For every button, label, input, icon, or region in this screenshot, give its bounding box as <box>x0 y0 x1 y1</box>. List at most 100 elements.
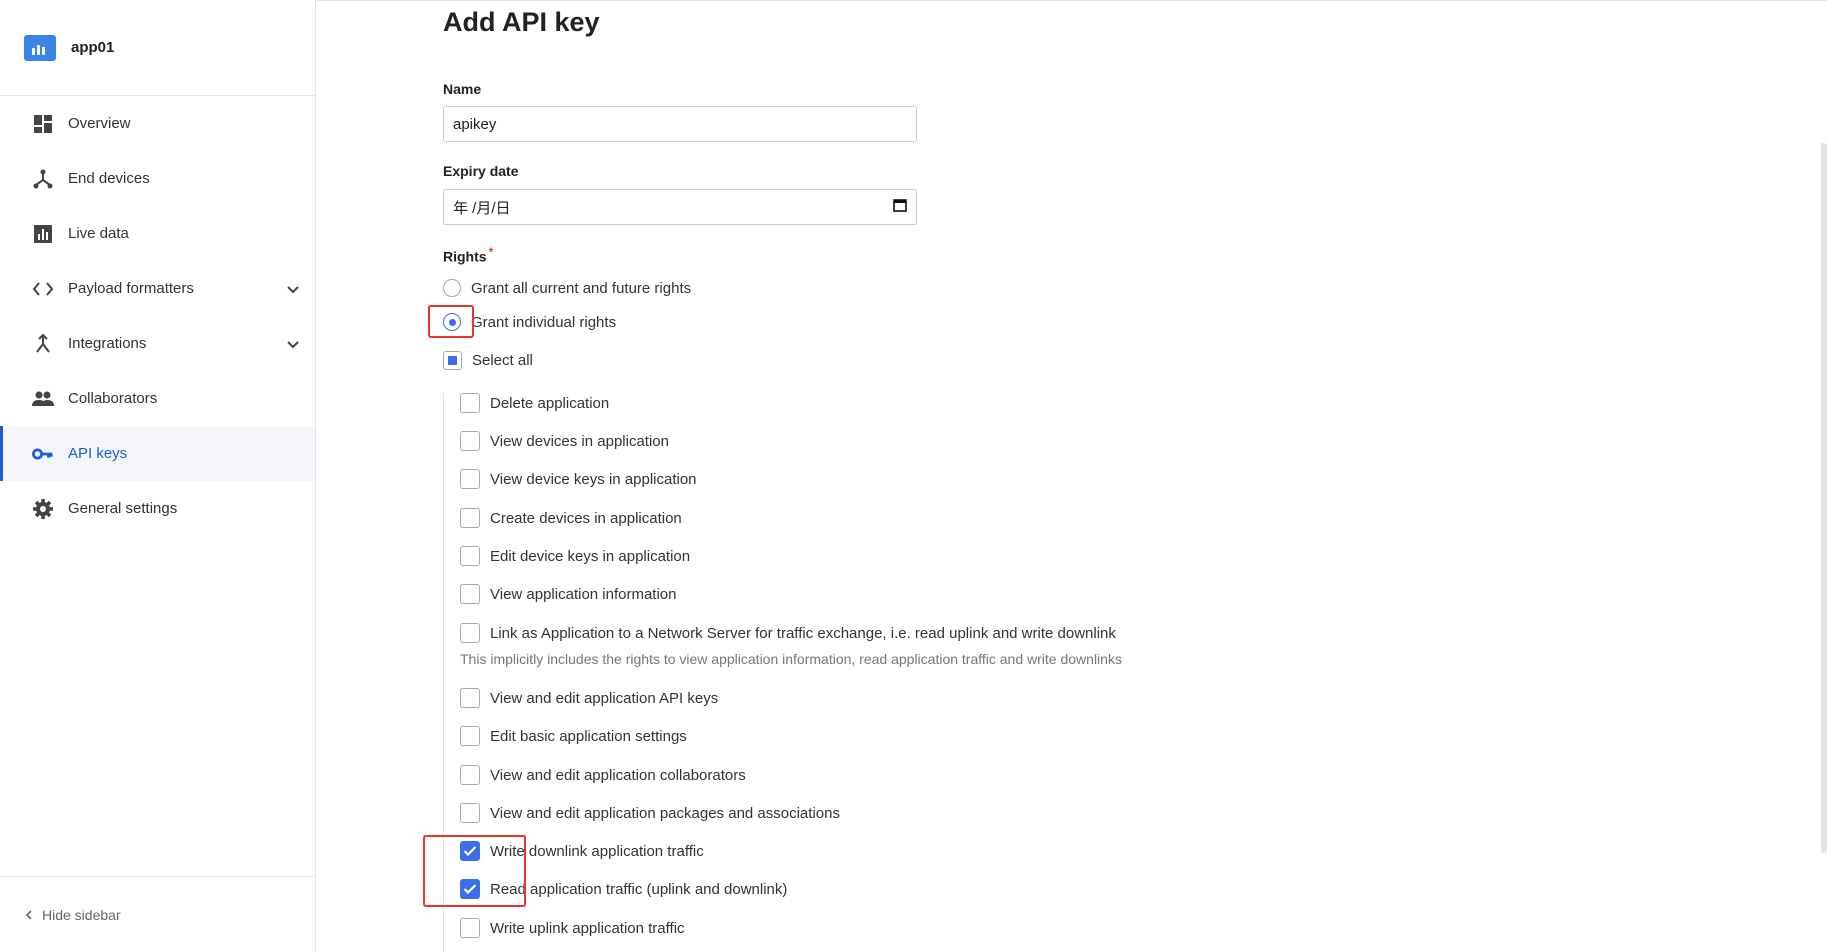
right-view-edit-packages[interactable]: View and edit application packages and a… <box>460 803 840 823</box>
right-checkbox-checked[interactable] <box>460 879 480 899</box>
expiry-date-value: 年 /月/日 <box>453 199 511 217</box>
sidebar-item-live-data[interactable]: Live data <box>0 206 315 261</box>
right-edit-device-keys[interactable]: Edit device keys in application <box>460 546 690 566</box>
dashboard-icon <box>32 113 54 135</box>
sidebar-item-payload-formatters[interactable]: Payload formatters <box>0 261 315 316</box>
sidebar-item-end-devices[interactable]: End devices <box>0 151 315 206</box>
right-label: Delete application <box>490 394 610 412</box>
sidebar-item-collaborators[interactable]: Collaborators <box>0 371 315 426</box>
right-checkbox[interactable] <box>460 469 480 489</box>
calendar-icon[interactable] <box>893 198 907 216</box>
hide-sidebar-label: Hide sidebar <box>42 906 121 923</box>
app-logo-icon <box>24 34 56 61</box>
right-view-edit-collaborators[interactable]: View and edit application collaborators <box>460 765 746 785</box>
grant-individual-rights-option[interactable]: Grant individual rights <box>443 313 616 331</box>
grant-all-rights-radio[interactable] <box>443 279 461 297</box>
page-scrollbar[interactable] <box>1821 143 1827 853</box>
right-edit-basic-settings[interactable]: Edit basic application settings <box>460 726 687 746</box>
right-checkbox[interactable] <box>460 688 480 708</box>
right-checkbox[interactable] <box>460 765 480 785</box>
grant-all-rights-option[interactable]: Grant all current and future rights <box>443 279 691 297</box>
merge-icon <box>32 333 54 355</box>
right-label: Edit device keys in application <box>490 547 691 565</box>
app-header: app01 <box>0 0 315 96</box>
right-label: View devices in application <box>490 432 669 450</box>
option-label: Select all <box>472 352 533 369</box>
right-label: Write downlink application traffic <box>490 842 704 860</box>
right-label: Read application traffic (uplink and dow… <box>490 880 788 898</box>
right-read-traffic[interactable]: Read application traffic (uplink and dow… <box>460 879 787 899</box>
sidebar-nav: Overview End devices Live data Payload f… <box>0 96 315 536</box>
right-label: Write uplink application traffic <box>490 919 685 937</box>
sidebar-item-label: Live data <box>68 225 129 242</box>
chevron-down-icon[interactable] <box>285 336 301 356</box>
sidebar-item-label: Payload formatters <box>68 280 194 297</box>
right-link-application[interactable]: Link as Application to a Network Server … <box>460 623 1116 643</box>
sidebar-item-label: End devices <box>68 170 150 187</box>
right-checkbox[interactable] <box>460 918 480 938</box>
sidebar-item-integrations[interactable]: Integrations <box>0 316 315 371</box>
right-label: Edit basic application settings <box>490 727 687 745</box>
right-checkbox[interactable] <box>460 803 480 823</box>
sidebar-item-general-settings[interactable]: General settings <box>0 481 315 536</box>
check-icon <box>463 846 477 857</box>
right-checkbox[interactable] <box>460 623 480 643</box>
right-label: View device keys in application <box>490 470 697 488</box>
select-all-checkbox[interactable] <box>443 351 462 370</box>
hide-sidebar-button[interactable]: Hide sidebar <box>0 876 315 952</box>
expiry-date-input[interactable]: 年 /月/日 <box>443 189 917 225</box>
sidebar-item-label: General settings <box>68 500 178 517</box>
right-label: Create devices in application <box>490 509 682 527</box>
right-checkbox[interactable] <box>460 546 480 566</box>
name-input[interactable] <box>443 106 917 142</box>
sidebar-item-label: Collaborators <box>68 390 158 407</box>
select-all-option[interactable]: Select all <box>443 351 533 370</box>
right-label: View and edit application collaborators <box>490 766 746 784</box>
sidebar-item-label: Overview <box>68 115 131 132</box>
sidebar-item-api-keys[interactable]: API keys <box>0 426 315 481</box>
right-create-devices[interactable]: Create devices in application <box>460 508 682 528</box>
gear-icon <box>32 498 54 520</box>
right-label: Link as Application to a Network Server … <box>490 624 1116 642</box>
main-content: Add API key Name Expiry date 年 /月/日 Righ… <box>317 0 1827 952</box>
right-view-application-info[interactable]: View application information <box>460 584 677 604</box>
option-label: Grant individual rights <box>471 313 617 331</box>
link-right-hint: This implicitly includes the rights to v… <box>460 651 1122 667</box>
right-label: View application information <box>490 585 677 603</box>
right-checkbox[interactable] <box>460 508 480 528</box>
expiry-date-label: Expiry date <box>443 163 519 179</box>
right-view-device-keys[interactable]: View device keys in application <box>460 469 697 489</box>
name-label: Name <box>443 81 482 97</box>
people-icon <box>32 388 54 410</box>
sidebar-item-overview[interactable]: Overview <box>0 96 315 151</box>
right-checkbox[interactable] <box>460 393 480 413</box>
right-delete-application[interactable]: Delete application <box>460 393 609 413</box>
device-hub-icon <box>32 168 54 190</box>
right-write-uplink[interactable]: Write uplink application traffic <box>460 918 685 938</box>
right-view-devices[interactable]: View devices in application <box>460 431 669 451</box>
rights-list-guide <box>443 393 444 952</box>
rights-label: Rights * <box>443 245 493 265</box>
bar-chart-icon <box>32 223 54 245</box>
chevron-down-icon[interactable] <box>285 281 301 301</box>
grant-individual-rights-radio[interactable] <box>443 313 461 331</box>
right-label: View and edit application API keys <box>490 689 719 707</box>
sidebar-item-label: API keys <box>68 445 128 462</box>
right-checkbox[interactable] <box>460 584 480 604</box>
right-checkbox[interactable] <box>460 431 480 451</box>
sidebar: app01 Overview End devices Live data Pay… <box>0 0 316 952</box>
required-mark: * <box>488 245 494 259</box>
right-label: View and edit application packages and a… <box>490 804 840 822</box>
check-icon <box>463 884 477 895</box>
sidebar-item-label: Integrations <box>68 335 147 352</box>
rights-label-text: Rights <box>443 248 487 265</box>
key-icon <box>32 443 54 465</box>
right-write-downlink[interactable]: Write downlink application traffic <box>460 841 704 861</box>
right-view-edit-api-keys[interactable]: View and edit application API keys <box>460 688 718 708</box>
app-name: app01 <box>71 39 115 56</box>
option-label: Grant all current and future rights <box>471 279 692 297</box>
right-checkbox-checked[interactable] <box>460 841 480 861</box>
page-title: Add API key <box>443 7 600 37</box>
code-icon <box>32 278 54 300</box>
right-checkbox[interactable] <box>460 726 480 746</box>
